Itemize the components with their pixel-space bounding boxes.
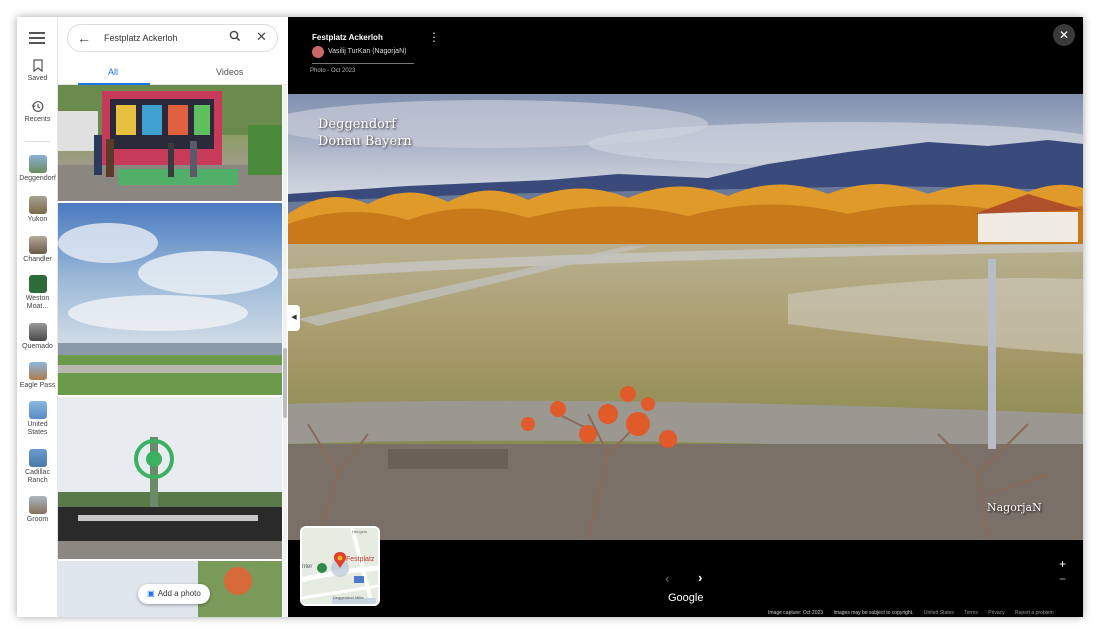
menu-icon[interactable] <box>27 29 47 45</box>
zoom-in-button[interactable]: + <box>1059 557 1066 571</box>
minimap[interactable]: Festplatz nter Deggendorf Mitte Hengers <box>300 526 380 606</box>
overlay-line-2: Donau Bayern <box>318 134 412 149</box>
place-thumbnail <box>28 449 47 467</box>
more-options-icon[interactable]: ⋮ <box>428 31 440 43</box>
results-panel: ← ✕ All Videos <box>58 17 288 617</box>
rail-place-united-states[interactable]: United States <box>17 401 58 437</box>
arrow-left-icon[interactable]: ← <box>77 30 91 46</box>
photo-list[interactable] <box>58 85 282 617</box>
rail-place-label: Weston Moat... <box>25 295 50 310</box>
rail-place-chandler[interactable]: Chandler <box>17 236 58 264</box>
tab-videos[interactable]: Videos <box>216 67 243 77</box>
photo-viewer: Festplatz Ackerloh Vasilij TurKan (Nagor… <box>288 17 1083 617</box>
chevron-left-icon[interactable]: ‹ <box>665 571 669 586</box>
park-landscape <box>288 94 1083 540</box>
author-avatar[interactable] <box>312 46 324 58</box>
rail-place-label: Cadillac Ranch <box>25 469 50 484</box>
header-divider <box>312 63 414 64</box>
minimap-graphic <box>302 528 378 604</box>
rail-place-label: Yukon <box>27 216 48 223</box>
place-thumbnail <box>28 236 47 254</box>
rail-place-label: Quemado <box>22 343 53 350</box>
chevron-right-icon[interactable]: › <box>698 570 702 585</box>
search-input[interactable] <box>104 33 224 43</box>
image-capture-date: Image capture: Oct 2023 <box>768 610 824 616</box>
rail-place-label: United States <box>27 421 48 436</box>
rail-place-yukon[interactable]: Yukon <box>17 196 58 224</box>
minimap-label-road: Hengers <box>352 529 368 534</box>
minimap-label-left: nter <box>302 564 313 570</box>
close-icon[interactable]: ✕ <box>256 29 267 45</box>
maps-window: Saved Recents Deggendorf Yukon Chandler … <box>17 17 1083 617</box>
overlay-line-1: Deggendorf <box>318 117 396 132</box>
panorama-image[interactable]: Deggendorf Donau Bayern NagorjaN <box>288 94 1083 540</box>
rail-saved-label: Saved <box>27 75 48 82</box>
place-thumbnail <box>28 362 47 380</box>
add-photo-button[interactable]: ▣ Add a photo <box>138 584 210 604</box>
place-thumbnail <box>28 155 47 173</box>
rail-place-label: Groom <box>26 516 49 523</box>
rail-place-groom[interactable]: Groom <box>17 496 58 524</box>
minimap-label-bottom: Deggendorf Mitte <box>333 595 364 600</box>
photo-overlay-caption: Deggendorf Donau Bayern <box>318 116 412 150</box>
photo-watermark: NagorjaN <box>987 501 1042 514</box>
photo-thumbnail[interactable] <box>58 85 282 201</box>
report-problem-link[interactable]: Report a problem <box>1015 610 1054 616</box>
rail-recents-label: Recents <box>24 116 51 123</box>
scrollbar-thumb[interactable] <box>283 348 287 418</box>
search-icon[interactable] <box>229 30 241 45</box>
viewer-title[interactable]: Festplatz Ackerloh <box>312 33 383 42</box>
rail-place-quemado[interactable]: Quemado <box>17 323 58 351</box>
rail-recents[interactable]: Recents <box>17 100 58 124</box>
camera-icon: ▣ <box>147 589 155 598</box>
viewer-footer: Image capture: Oct 2023 Images may be su… <box>768 610 1063 616</box>
country-link[interactable]: United States <box>924 610 954 616</box>
fair-ride-photo <box>58 397 282 559</box>
rail-place-deggendorf[interactable]: Deggendorf <box>17 155 58 183</box>
tab-bar: All Videos <box>58 61 288 85</box>
add-photo-label: Add a photo <box>157 589 201 598</box>
place-thumbnail <box>28 401 47 419</box>
collapse-panel-button[interactable]: ◀ <box>288 305 300 331</box>
bookmark-icon <box>31 59 45 73</box>
zoom-out-button[interactable]: − <box>1059 572 1066 586</box>
terms-link[interactable]: Terms <box>964 610 978 616</box>
scrollbar[interactable] <box>283 85 287 617</box>
privacy-link[interactable]: Privacy <box>988 610 1004 616</box>
rail-place-label: Deggendorf <box>19 175 56 182</box>
rail-place-weston[interactable]: Weston Moat... <box>17 275 58 311</box>
rail-place-eagle-pass[interactable]: Eagle Pass <box>17 362 58 390</box>
rail-saved[interactable]: Saved <box>17 59 58 83</box>
left-rail: Saved Recents Deggendorf Yukon Chandler … <box>17 17 58 617</box>
copyright-notice: Images may be subject to copyright. <box>833 610 914 616</box>
place-thumbnail <box>28 275 47 293</box>
google-logo: Google <box>668 592 704 604</box>
sky-photo <box>58 203 282 395</box>
close-viewer-button[interactable]: ✕ <box>1053 24 1075 46</box>
place-thumbnail <box>28 323 47 341</box>
search-box: ← ✕ <box>67 24 278 52</box>
photo-thumbnail[interactable] <box>58 397 282 559</box>
photo-thumbnail[interactable] <box>58 203 282 395</box>
rail-place-label: Eagle Pass <box>19 382 56 389</box>
rail-divider <box>25 141 50 142</box>
place-thumbnail <box>28 496 47 514</box>
place-thumbnail <box>28 196 47 214</box>
tab-all[interactable]: All <box>108 67 118 77</box>
history-icon <box>31 100 45 114</box>
photo-date: Photo - Oct 2023 <box>310 68 356 74</box>
minimap-place-label: Festplatz <box>346 556 375 563</box>
rail-place-label: Chandler <box>23 256 52 263</box>
fair-booth-photo <box>58 85 282 201</box>
author-name[interactable]: Vasilij TurKan (NagorjaN) <box>328 48 406 55</box>
rail-place-cadillac-ranch[interactable]: Cadillac Ranch <box>17 449 58 485</box>
